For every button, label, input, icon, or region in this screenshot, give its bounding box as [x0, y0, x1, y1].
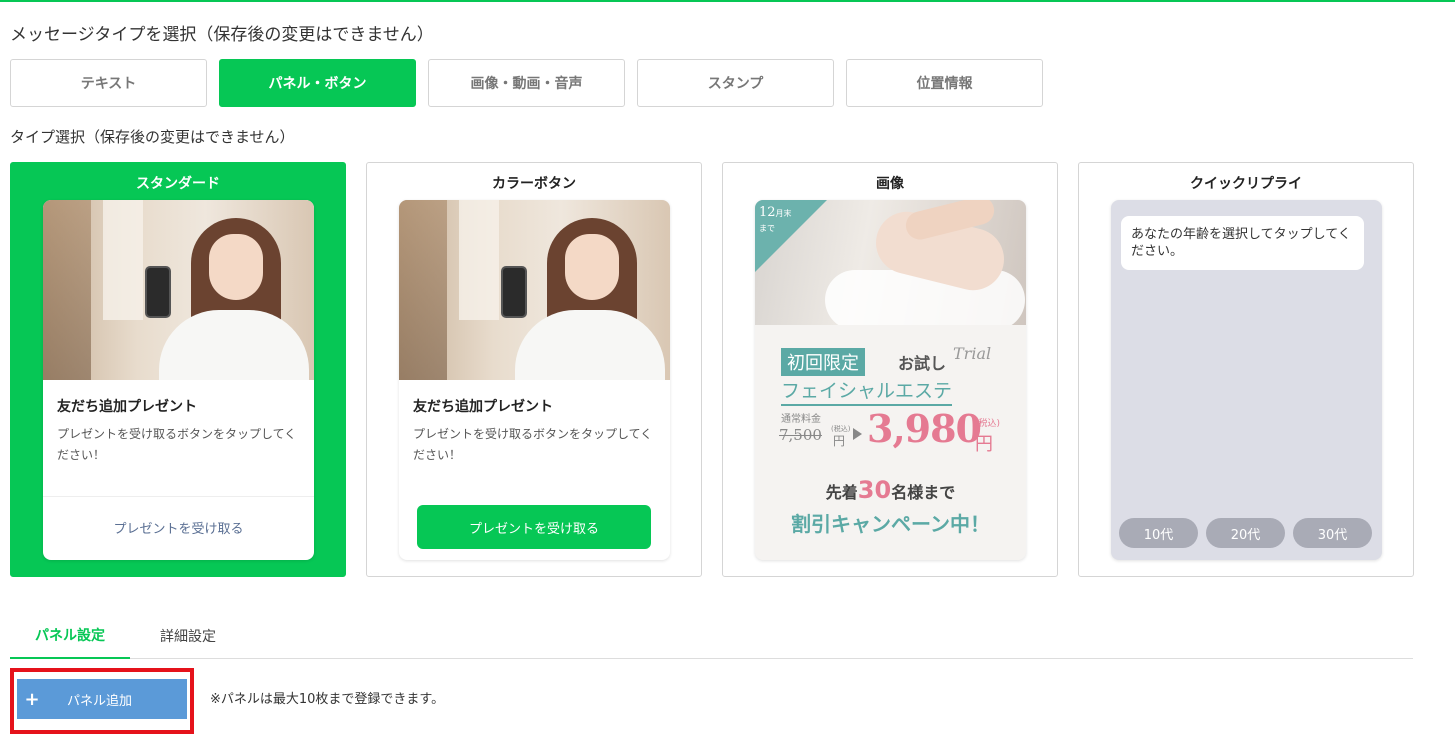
quick-reply-chips: 10代 20代 30代: [1119, 518, 1372, 548]
new-price: 3,980: [867, 406, 982, 451]
spa-photo: 12月末 まで: [755, 200, 1026, 325]
panel-action-link: プレゼントを受け取る: [113, 522, 244, 537]
woman-with-phone-image: [43, 200, 314, 380]
tab-stamp[interactable]: スタンプ: [637, 59, 834, 107]
top-accent-line: [0, 0, 1455, 2]
quick-reply-chip: 30代: [1293, 518, 1372, 548]
tab-text[interactable]: テキスト: [10, 59, 207, 107]
panel-title: 友だち追加プレゼント: [57, 399, 197, 415]
tab-image-video-audio[interactable]: 画像・動画・音声: [428, 59, 625, 107]
tax-label: (税込): [975, 419, 1001, 429]
type-card-color-button[interactable]: カラーボタン 友だち追加プレゼント プレゼントを受け取るボタンをタップしてくださ…: [366, 162, 702, 577]
panel-description: プレゼントを受け取るボタンをタップしてください！: [57, 427, 297, 462]
campaign-label: 割引キャンペーン中！: [791, 512, 990, 536]
facial-campaign-image: 12月末 まで 初回限定 お試し Trial フェイシャルエステ 通常料金 7,5…: [755, 200, 1026, 560]
add-panel-label: パネル追加: [67, 693, 133, 709]
tab-location[interactable]: 位置情報: [846, 59, 1043, 107]
type-card-image[interactable]: 画像 12月末 まで 初回限定 お試し Trial フェイシャルエステ 通常料金 …: [722, 162, 1058, 577]
old-price: 7,500: [779, 426, 822, 444]
tab-panel-settings[interactable]: パネル設定: [10, 612, 130, 659]
yen-label: 円: [975, 434, 993, 455]
quick-reply-chip: 20代: [1206, 518, 1285, 548]
type-card-quick-reply[interactable]: クイックリプライ あなたの年齢を選択してタップしてください。 10代 20代 3…: [1078, 162, 1414, 577]
arrow-right-icon: [853, 428, 862, 440]
quick-reply-chip: 10代: [1119, 518, 1198, 548]
regular-price-label: 通常料金: [781, 414, 821, 425]
trial-label: お試し: [898, 354, 947, 373]
type-select-heading: タイプ選択（保存後の変更はできません）: [10, 128, 295, 146]
first-time-badge: 初回限定: [781, 348, 865, 376]
preview-panel: 友だち追加プレゼント プレゼントを受け取るボタンをタップしてください！ プレゼン…: [399, 200, 670, 560]
deadline-label: 12月末 まで: [759, 205, 792, 234]
chat-bubble: あなたの年齢を選択してタップしてください。: [1121, 216, 1364, 270]
woman-with-phone-image: [399, 200, 670, 380]
first-come-label: 先着30名様まで: [825, 476, 956, 504]
highlight-box: + パネル追加: [10, 668, 194, 734]
type-card-standard[interactable]: スタンダード 友だち追加プレゼント プレゼントを受け取るボタンをタップしてくださ…: [10, 162, 346, 577]
plus-icon: +: [24, 688, 40, 710]
panel-limit-note: ※パネルは最大10枚まで登録できます。: [210, 692, 445, 707]
panel-type-cards: スタンダード 友だち追加プレゼント プレゼントを受け取るボタンをタップしてくださ…: [10, 162, 1414, 577]
tab-detail-settings[interactable]: 詳細設定: [160, 612, 216, 659]
preview-panel: 友だち追加プレゼント プレゼントを受け取るボタンをタップしてください！ プレゼン…: [43, 200, 314, 560]
card-title: クイックリプライ: [1190, 176, 1302, 192]
chat-preview: あなたの年齢を選択してタップしてください。 10代 20代 30代: [1111, 200, 1382, 560]
message-type-tabs: テキスト パネル・ボタン 画像・動画・音声 スタンプ 位置情報: [10, 59, 1043, 107]
settings-tabs: パネル設定 詳細設定: [10, 612, 1413, 659]
card-title: 画像: [876, 176, 904, 192]
add-panel-button[interactable]: + パネル追加: [17, 679, 187, 719]
panel-title: 友だち追加プレゼント: [413, 399, 553, 415]
card-title: スタンダード: [136, 176, 220, 192]
divider: [43, 496, 314, 497]
facial-esthetic-label: フェイシャルエステ: [781, 376, 953, 406]
card-title: カラーボタン: [492, 176, 576, 192]
message-type-heading: メッセージタイプを選択（保存後の変更はできません）: [10, 25, 434, 45]
yen-label: 円: [833, 434, 846, 448]
panel-description: プレゼントを受け取るボタンをタップしてください！: [413, 427, 653, 462]
trial-script: Trial: [953, 344, 992, 363]
tab-panel-button[interactable]: パネル・ボタン: [219, 59, 416, 107]
panel-action-button: プレゼントを受け取る: [417, 505, 651, 549]
